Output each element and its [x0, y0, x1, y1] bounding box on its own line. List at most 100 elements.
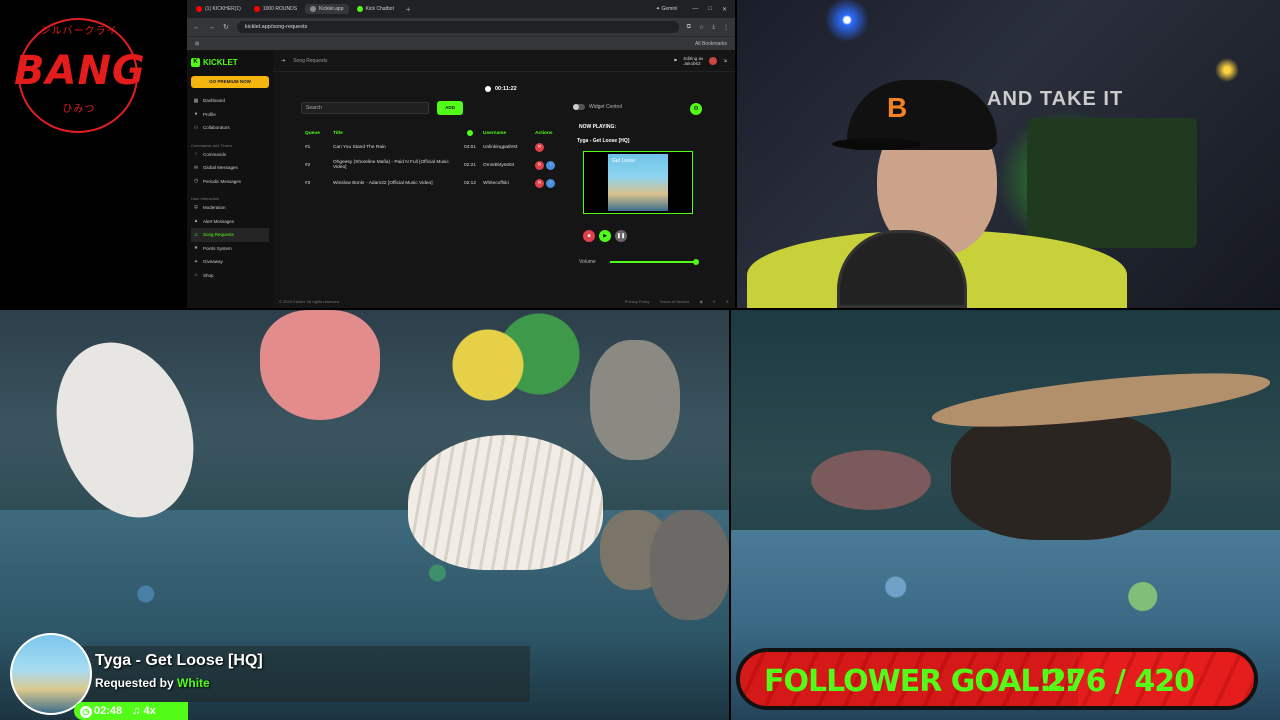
user-icon: ●: [194, 111, 198, 118]
thumb-text: Get Loose: [612, 158, 636, 164]
page-title: Song Requests: [293, 57, 328, 64]
terms-link[interactable]: Terms of Service: [660, 299, 690, 304]
elapsed-stat: ◷ 02:48: [80, 705, 122, 718]
editing-user: Jakob63: [683, 60, 701, 66]
delete-icon[interactable]: ✕: [535, 178, 544, 188]
sidebar-item-label: Global Messages: [203, 165, 238, 171]
top-bar: ⇥ Song Requests ⚑ Editing as Jakob63 ⇲: [273, 50, 735, 72]
pause-icon[interactable]: ❚❚: [615, 230, 627, 242]
table-row: #2 Ohgeesy (Shoreline Mafia) - Paid N Fu…: [305, 156, 561, 174]
new-tab-button[interactable]: +: [402, 5, 415, 14]
tab-1[interactable]: (1) KICKHER(1): [191, 4, 246, 14]
move-up-icon[interactable]: ↑: [546, 160, 555, 170]
requested-by-label: Requested by: [95, 676, 174, 690]
collapse-sidebar-icon[interactable]: ⇥: [281, 58, 285, 64]
url-field[interactable]: kicklet.app/song-requests: [236, 21, 679, 33]
sidebar-item-global-messages[interactable]: ✉ Global Messages: [191, 161, 269, 175]
search-input[interactable]: Search: [301, 102, 429, 114]
footer-copyright: © 2025 Kicklet. All rights reserved.: [279, 299, 340, 304]
header-title: Title: [333, 130, 343, 136]
settings-gear-icon[interactable]: ⚙: [690, 103, 702, 115]
timer-value: 00:11:22: [495, 86, 517, 92]
play-icon[interactable]: ▶: [599, 230, 611, 242]
sidebar-item-label: Alert Messages: [203, 218, 235, 224]
sidebar-item-label: Points System: [203, 245, 232, 251]
row-actions: ✕ ↑: [535, 160, 561, 170]
back-icon[interactable]: ←: [193, 24, 200, 31]
sidebar-item-giveaway[interactable]: ✦ Giveaway: [191, 255, 269, 269]
forward-icon[interactable]: →: [208, 24, 215, 31]
requester-name: White: [177, 676, 210, 690]
kicklet-app: K KICKLET GO PREMIUM NOW ▦ Dashboard ● Prof…: [187, 50, 735, 308]
gemini-button[interactable]: ✦ Gemini: [652, 6, 681, 12]
coral-decor: [811, 450, 931, 510]
tab-kick-chatbot[interactable]: Kick Chatbot: [352, 4, 399, 14]
star-icon: ★: [193, 245, 199, 252]
extensions-icon[interactable]: ⧉: [687, 24, 691, 31]
kick-social-icon[interactable]: K: [713, 299, 716, 304]
minimize-icon[interactable]: —: [692, 6, 698, 13]
main-content: ⇥ Song Requests ⚑ Editing as Jakob63 ⇲ 00…: [273, 50, 735, 308]
sidebar-item-song-requests[interactable]: ♫ Song Requests: [191, 228, 269, 242]
sidebar-item-shop[interactable]: ⌂ Shop: [191, 269, 269, 283]
kicklet-logo-icon: K: [191, 57, 200, 67]
sidebar-item-periodic-messages[interactable]: ◷ Periodic Messages: [191, 175, 269, 189]
avatar[interactable]: [709, 56, 718, 65]
close-icon[interactable]: ✕: [722, 6, 727, 13]
gift-icon: ✦: [193, 258, 199, 265]
sidebar-item-profile[interactable]: ● Profile: [191, 108, 269, 122]
maximize-icon[interactable]: □: [708, 6, 712, 13]
widget-toggle[interactable]: [573, 104, 585, 110]
address-bar-row: ← → ↻ kicklet.app/song-requests ⧉ ☆ ⤓ ⋮: [187, 18, 735, 36]
tab-kicklet[interactable]: Kicklet.app: [305, 4, 349, 14]
add-song-button[interactable]: ADD: [437, 101, 463, 115]
sidebar-item-points-system[interactable]: ★ Points System: [191, 242, 269, 256]
sidebar-item-dashboard[interactable]: ▦ Dashboard: [191, 94, 269, 108]
queue-position: #2: [305, 162, 311, 168]
menu-icon[interactable]: ⋮: [723, 24, 729, 31]
timer-icon: [485, 86, 491, 92]
plant-decor: [420, 310, 590, 420]
all-bookmarks[interactable]: All Bookmarks: [695, 41, 727, 47]
volume-control: Volume: [579, 259, 699, 265]
apps-icon[interactable]: ⊞: [195, 41, 199, 47]
sidebar-item-label: Profile: [203, 111, 216, 117]
brand[interactable]: K KICKLET: [191, 54, 269, 70]
logout-icon[interactable]: ⇲: [723, 58, 727, 64]
sidebar-item-commands[interactable]: › Commands: [191, 148, 269, 162]
discord-icon[interactable]: ◉: [699, 299, 703, 304]
queue-duration: 04:01: [463, 144, 476, 150]
window-controls: — □ ✕: [684, 6, 735, 13]
song-queue-table: Queue Title Username Actions #1 Can You …: [305, 128, 561, 192]
kick-icon: [356, 6, 363, 12]
download-icon[interactable]: ⤓: [712, 24, 715, 31]
now-playing-overlay: Tyga - Get Loose [HQ] Requested by White…: [0, 630, 540, 720]
message-icon: ✉: [193, 164, 199, 171]
bookmark-star-icon[interactable]: ☆: [699, 24, 704, 31]
reload-icon[interactable]: ↻: [223, 23, 229, 31]
delete-icon[interactable]: ✕: [535, 142, 544, 152]
stop-icon[interactable]: ■: [583, 230, 595, 242]
stream-layout: シルバークライ BANG ひみつ (1) KICKHER(1) 1000 ROU…: [0, 0, 1280, 720]
language-flag-icon[interactable]: ⚑: [673, 58, 677, 64]
move-up-icon[interactable]: ↑: [546, 178, 555, 188]
music-note-icon: ♫: [132, 705, 144, 717]
sidebar-item-moderation[interactable]: ⛨ Moderation: [191, 201, 269, 215]
overlay-track-title: Tyga - Get Loose [HQ]: [95, 652, 263, 669]
wall-poster: [1027, 118, 1197, 248]
widget-control[interactable]: Widget Control: [573, 104, 622, 110]
delete-icon[interactable]: ✕: [535, 160, 544, 170]
address-bar-icons: ⧉ ☆ ⤓ ⋮: [687, 24, 729, 31]
goal-label: FOLLOWER GOAL!!!: [764, 664, 1077, 699]
sidebar-item-alert-messages[interactable]: ▲ Alert Messages: [191, 215, 269, 229]
volume-slider[interactable]: [609, 259, 699, 265]
sidebar-item-collaborators[interactable]: ⚇ Collaborators: [191, 121, 269, 135]
premium-button[interactable]: GO PREMIUM NOW: [191, 76, 269, 88]
privacy-link[interactable]: Privacy Policy: [625, 299, 650, 304]
octopus-decor: [260, 310, 380, 420]
overlay-stats: ◷ 02:48 ♫ 4x: [74, 702, 188, 720]
tab-2[interactable]: 1000 ROUNDS: [249, 4, 302, 14]
session-timer: 00:11:22: [485, 86, 517, 92]
x-icon[interactable]: ✕: [726, 299, 729, 304]
shield-icon: ⛨: [194, 204, 198, 211]
